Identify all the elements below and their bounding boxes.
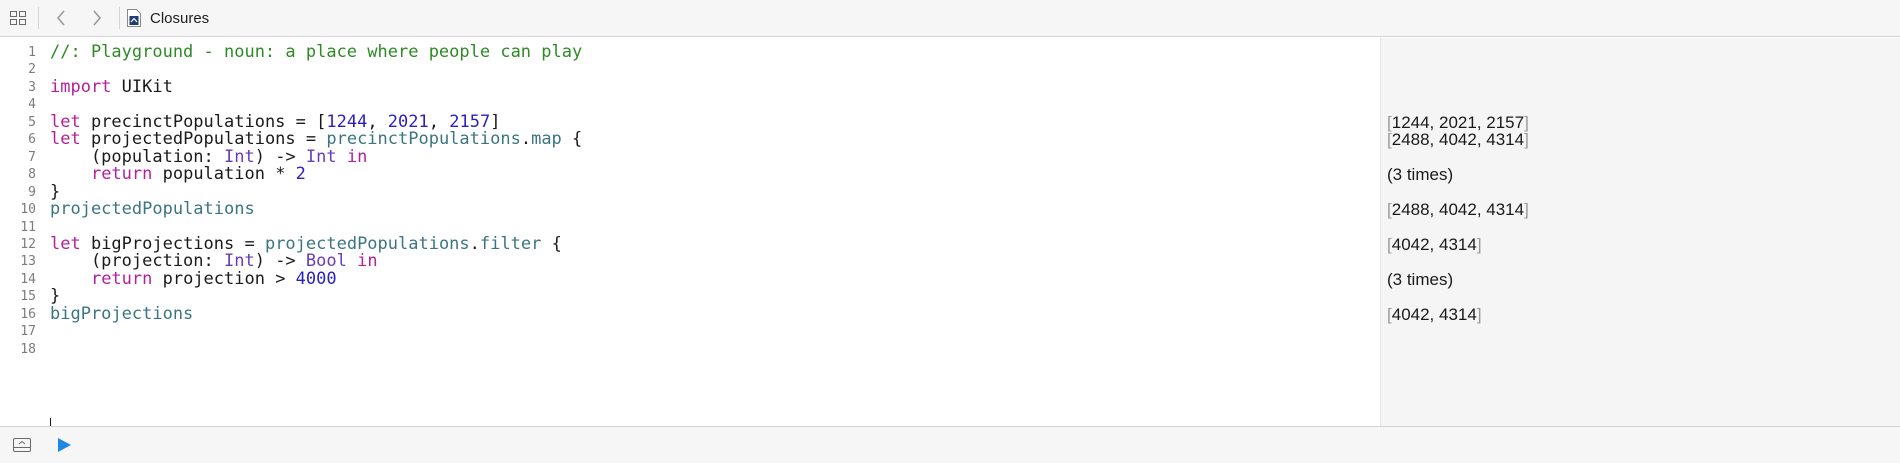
result-text: 2488, 4042, 4314 [1391, 200, 1525, 220]
debug-bar [0, 426, 1900, 463]
toolbar-divider [38, 7, 39, 29]
file-breadcrumb[interactable]: Closures [126, 9, 209, 27]
text-cursor [50, 418, 51, 426]
playground-toolbar: Closures [0, 0, 1900, 37]
result-value[interactable]: [4042, 4314] [1387, 304, 1482, 325]
run-play-icon[interactable] [44, 427, 84, 463]
result-value[interactable]: (3 times) [1387, 269, 1453, 290]
result-bracket: ] [1476, 304, 1482, 324]
toolbar-divider [119, 7, 120, 29]
grid-icon[interactable] [2, 0, 34, 37]
result-text: 2488, 4042, 4314 [1391, 130, 1525, 150]
chevron-left-icon[interactable] [43, 0, 79, 37]
result-value[interactable]: (3 times) [1387, 164, 1453, 185]
file-name: Closures [150, 9, 210, 27]
results-sidebar: [1244, 2021, 2157] [2488, 4042, 4314] (3 t… [1380, 38, 1900, 426]
result-value[interactable]: [4042, 4314] [1387, 234, 1482, 255]
result-text: 4042, 4314 [1391, 234, 1477, 254]
result-bracket: ] [1524, 130, 1529, 150]
result-bracket: ] [1524, 200, 1529, 220]
result-text: (3 times) [1387, 165, 1454, 185]
source-editor[interactable]: 1//: Playground - noun: a place where pe… [0, 38, 1380, 426]
code-line[interactable]: 18 [0, 339, 1380, 360]
debug-area-toggle-icon[interactable] [0, 427, 44, 463]
result-value[interactable]: [2488, 4042, 4314] [1387, 129, 1529, 150]
result-text: (3 times) [1387, 269, 1454, 289]
line-number: 18 [20, 341, 36, 357]
swift-file-icon [127, 9, 141, 27]
chevron-right-icon[interactable] [79, 0, 115, 37]
result-text: 4042, 4314 [1391, 304, 1477, 324]
result-value[interactable]: [2488, 4042, 4314] [1387, 199, 1529, 220]
result-bracket: ] [1476, 234, 1482, 254]
